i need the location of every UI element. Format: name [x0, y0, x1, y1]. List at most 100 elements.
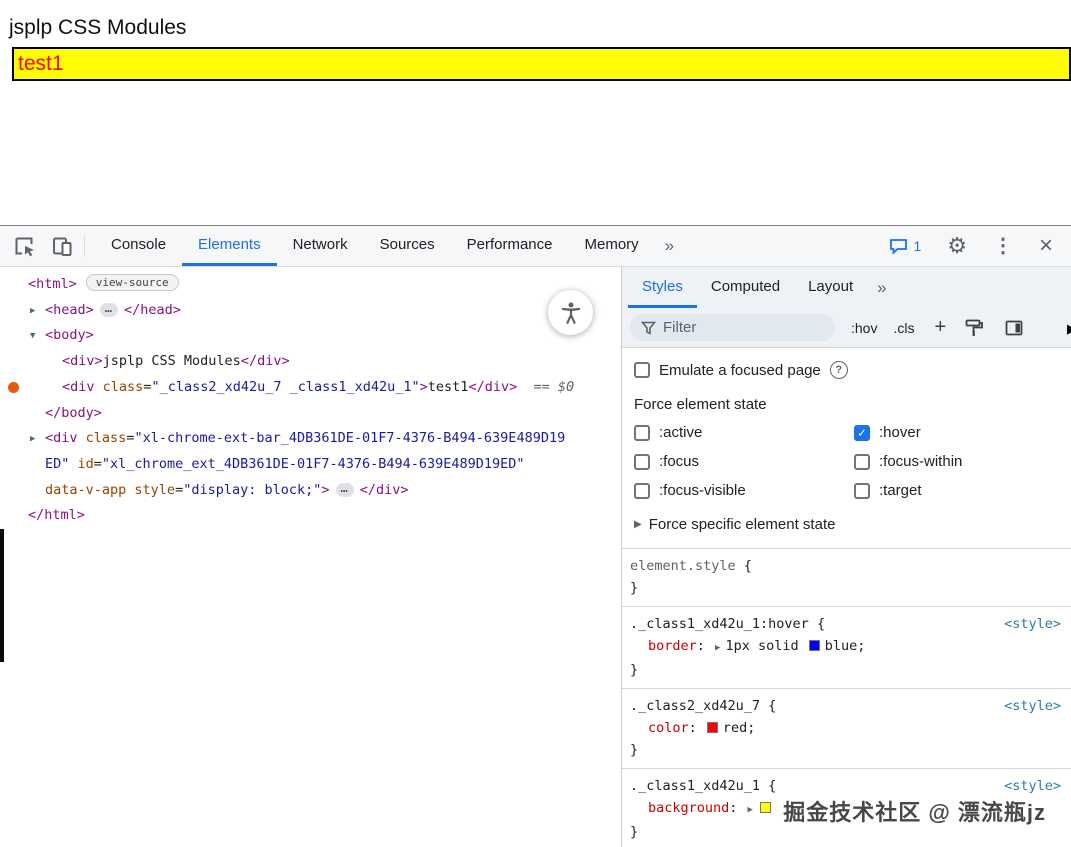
tab-memory[interactable]: Memory	[569, 226, 655, 266]
state-label: :target	[879, 482, 922, 499]
page-heading: jsplp CSS Modules	[9, 0, 1071, 40]
close-brace: }	[622, 659, 1071, 681]
checkbox-checked[interactable]: ✓	[854, 425, 870, 441]
inspect-element-icon[interactable]	[12, 234, 36, 258]
sidebar-tab-styles[interactable]: Styles	[628, 267, 697, 308]
state-hover[interactable]: ✓ :hover	[854, 424, 1059, 441]
elements-pane: <html>view-source▶<head>…</head>▼<body><…	[0, 267, 621, 847]
state-focus-within[interactable]: :focus-within	[854, 453, 1059, 470]
checkbox-unchecked[interactable]	[634, 454, 650, 470]
dock-sidebar-icon[interactable]	[1002, 316, 1026, 340]
state-focus[interactable]: :focus	[634, 453, 854, 470]
devtools-panel: ConsoleElementsNetworkSourcesPerformance…	[0, 225, 1071, 847]
element-style-rule[interactable]: element.style { }	[622, 549, 1071, 606]
state-label: :active	[659, 424, 702, 441]
color-swatch[interactable]	[809, 640, 820, 651]
checkbox-unchecked[interactable]	[634, 425, 650, 441]
close-brace: }	[622, 577, 1071, 599]
ellipsis-expander[interactable]: …	[336, 483, 354, 497]
settings-gear-icon[interactable]: ⚙	[947, 235, 967, 257]
state-label: :focus	[659, 453, 699, 470]
element-style-selector[interactable]: element.style	[630, 558, 736, 574]
new-style-rule-button[interactable]: +	[934, 316, 946, 339]
collapsed-arrow-icon: ▶	[634, 519, 642, 530]
more-tabs-icon[interactable]: »	[655, 226, 684, 266]
force-specific-state-row[interactable]: ▶ Force specific element state	[622, 516, 1071, 548]
expand-shorthand-icon[interactable]: ▶	[748, 805, 753, 815]
tab-sources[interactable]: Sources	[364, 226, 451, 266]
collapsed-arrow-icon[interactable]: ▶	[30, 299, 35, 325]
tab-network[interactable]: Network	[277, 226, 364, 266]
style-rules: <style>._class1_xd42u_1:hover {border: ▶…	[622, 606, 1071, 847]
devtools-toolbar: ConsoleElementsNetworkSourcesPerformance…	[0, 226, 1071, 267]
expand-shorthand-icon[interactable]: ▶	[715, 643, 720, 653]
collapsed-arrow-icon[interactable]: ▶	[30, 427, 35, 453]
state-grid: :active ✓ :hover :focus :focus-within :focus-…	[622, 424, 1071, 499]
device-toolbar-icon[interactable]	[50, 234, 74, 258]
dom-tree-line[interactable]: <div>jsplp CSS Modules</div>	[0, 349, 621, 375]
css-property[interactable]: color: red;	[622, 717, 1071, 739]
filter-placeholder: Filter	[663, 319, 696, 336]
property-name: color	[648, 720, 689, 736]
close-brace: }	[622, 821, 1071, 843]
tab-console[interactable]: Console	[95, 226, 182, 266]
styles-content: Emulate a focused page ? Force element s…	[622, 348, 1071, 847]
styles-filter-input[interactable]: Filter	[630, 314, 835, 341]
accessibility-overlay[interactable]	[548, 290, 593, 335]
dom-tree-line[interactable]: ▶<div class="xl-chrome-ext-bar_4DB361DE-…	[0, 426, 621, 452]
toolbar-right-icons: 1 ⚙ ⋮ ×	[889, 226, 1071, 266]
tab-elements[interactable]: Elements	[182, 226, 277, 266]
color-swatch[interactable]	[760, 802, 771, 813]
stylesheet-link[interactable]: <style>	[1004, 695, 1061, 717]
checkbox-unchecked[interactable]	[854, 483, 870, 499]
dom-tree-line[interactable]: <div class="_class2_xd42u_7 _class1_xd42…	[0, 375, 621, 401]
property-name: background	[648, 800, 729, 816]
css-property[interactable]: border: ▶1px solid blue;	[622, 635, 1071, 659]
help-icon[interactable]: ?	[830, 361, 848, 379]
left-edge-bar	[0, 529, 4, 662]
css-property[interactable]: background: ▶	[622, 797, 1071, 821]
dom-tree-line[interactable]: ▶<head>…</head>	[0, 298, 621, 324]
stylesheet-link[interactable]: <style>	[1004, 613, 1061, 635]
close-devtools-icon[interactable]: ×	[1039, 234, 1053, 258]
styles-sidebar: StylesComputedLayout » Filter :hov .cls …	[621, 267, 1071, 847]
dom-breakpoint-icon	[8, 382, 19, 393]
sidebar-tab-computed[interactable]: Computed	[697, 267, 794, 308]
dom-tree-line[interactable]: </body>	[0, 401, 621, 427]
dom-tree: <html>view-source▶<head>…</head>▼<body><…	[0, 272, 621, 529]
toolbar-left-icons	[0, 226, 84, 266]
checkbox-unchecked[interactable]	[634, 483, 650, 499]
kebab-menu-icon[interactable]: ⋮	[993, 236, 1013, 256]
view-source-badge[interactable]: view-source	[86, 274, 179, 291]
color-swatch[interactable]	[707, 722, 718, 733]
styles-toolbar: Filter :hov .cls +	[622, 308, 1071, 348]
rendered-page: jsplp CSS Modules test1	[0, 0, 1071, 225]
stylesheet-link[interactable]: <style>	[1004, 775, 1061, 797]
toggle-element-state-button[interactable]: :hov	[851, 320, 877, 336]
state-target[interactable]: :target	[854, 482, 1059, 499]
element-classes-button[interactable]: .cls	[893, 320, 914, 336]
rendering-emulation-icon[interactable]	[962, 316, 986, 340]
expanded-arrow-icon[interactable]: ▼	[30, 324, 35, 350]
checkbox-unchecked[interactable]	[854, 454, 870, 470]
state-active[interactable]: :active	[634, 424, 854, 441]
state-label: :focus-visible	[659, 482, 746, 499]
dom-tree-line[interactable]: data-v-app style="display: block;">…</di…	[0, 478, 621, 504]
ellipsis-expander[interactable]: …	[100, 303, 118, 317]
emulate-focused-page-row[interactable]: Emulate a focused page ?	[622, 359, 1071, 381]
scroll-indicator-icon: ▶	[1067, 321, 1071, 337]
sidebar-tabs-list: StylesComputedLayout	[628, 267, 867, 308]
emulate-focused-label: Emulate a focused page	[659, 362, 821, 379]
sidebar-more-tabs-icon[interactable]: »	[867, 267, 896, 308]
style-rule: <style>._class2_xd42u_7 {color: red; }	[622, 688, 1071, 768]
dom-tree-line[interactable]: </html>	[0, 503, 621, 529]
state-label: :hover	[879, 424, 921, 441]
console-messages-button[interactable]: 1	[889, 238, 921, 255]
tab-performance[interactable]: Performance	[451, 226, 569, 266]
dom-tree-line[interactable]: ED" id="xl_chrome_ext_4DB361DE-01F7-4376…	[0, 452, 621, 478]
dom-tree-line[interactable]: ▼<body>	[0, 323, 621, 349]
emulate-focused-checkbox[interactable]	[634, 362, 650, 378]
state-focus-visible[interactable]: :focus-visible	[634, 482, 854, 499]
dom-tree-line[interactable]: <html>view-source	[0, 272, 621, 298]
sidebar-tab-layout[interactable]: Layout	[794, 267, 867, 308]
